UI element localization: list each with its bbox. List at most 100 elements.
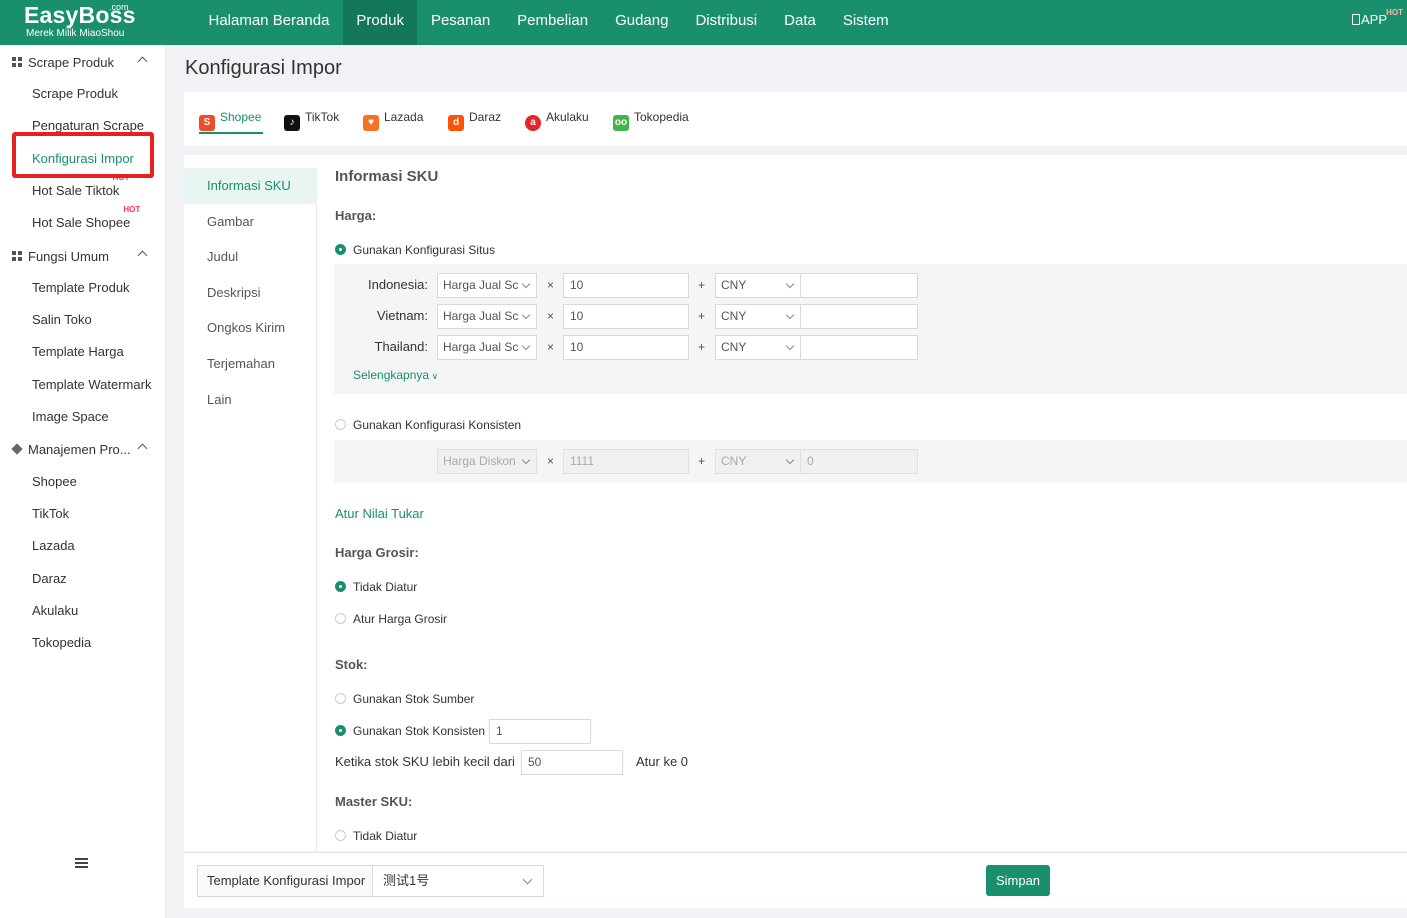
radio-stok-source[interactable]: Gunakan Stok Sumber <box>335 692 474 706</box>
daraz-icon: d <box>448 115 464 131</box>
country-label-thailand: Thailand: <box>374 339 428 354</box>
sidebar-item-template-harga[interactable]: Template Harga <box>32 344 124 359</box>
add-input-vietnam[interactable] <box>800 304 918 329</box>
country-label-indonesia: Indonesia: <box>368 277 428 292</box>
sidebar-item-template-produk[interactable]: Template Produk <box>32 280 130 295</box>
subnav-item-terjemahan[interactable]: Terjemahan <box>184 346 317 382</box>
show-more-link[interactable]: Selengkapnya ∨ <box>353 368 438 382</box>
tab-lazada[interactable]: ♥ Lazada <box>363 110 423 131</box>
subnav-item-ongkos-kirim[interactable]: Ongkos Kirim <box>184 310 317 346</box>
sidebar-item-image-space[interactable]: Image Space <box>32 409 109 424</box>
radio-consistent-config[interactable]: Gunakan Konfigurasi Konsisten <box>335 418 521 432</box>
radio-master-none[interactable]: Tidak Diatur <box>335 829 417 843</box>
tab-label: TikTok <box>305 110 340 124</box>
sidebar-group-label: Scrape Produk <box>28 55 114 70</box>
sidebar-group-scrape[interactable]: Scrape Produk <box>0 47 166 77</box>
multiplier-input-consistent[interactable]: 1111 <box>563 449 689 474</box>
multiplier-input-thailand[interactable]: 10 <box>563 335 689 360</box>
subnav-item-deskripsi[interactable]: Deskripsi <box>184 275 317 311</box>
radio-site-config[interactable]: Gunakan Konfigurasi Situs <box>335 243 495 257</box>
radio-label: Gunakan Konfigurasi Situs <box>353 243 496 257</box>
tiktok-icon: ♪ <box>284 115 300 131</box>
sidebar-item-hot-sale-tiktok[interactable]: Hot Sale Tiktok HOT <box>32 173 129 198</box>
nav-item-pembelian[interactable]: Pembelian <box>504 0 602 45</box>
sidebar-item-tiktok[interactable]: TikTok <box>32 506 69 521</box>
section-title: Informasi SKU <box>335 168 439 185</box>
select-value: CNY <box>721 454 747 468</box>
tab-akulaku[interactable]: a Akulaku <box>525 110 589 131</box>
annotation-highlight-box <box>12 132 154 178</box>
stok-consistent-input[interactable]: 1 <box>489 719 591 744</box>
sidebar-item-daraz[interactable]: Daraz <box>32 571 67 586</box>
sidebar-item-salin-toko[interactable]: Salin Toko <box>32 312 92 327</box>
template-select-label: Template Konfigurasi Impor <box>198 866 373 896</box>
radio-grosir-none[interactable]: Tidak Diatur <box>335 580 417 594</box>
currency-select-consistent[interactable]: CNY <box>715 449 801 474</box>
low-stock-input[interactable]: 50 <box>521 750 623 775</box>
sidebar-item-shopee[interactable]: Shopee <box>32 474 77 489</box>
chevron-up-icon <box>137 443 148 454</box>
nav-item-beranda[interactable]: Halaman Beranda <box>195 0 343 45</box>
tab-daraz[interactable]: d Daraz <box>448 110 501 131</box>
add-input-indonesia[interactable] <box>800 273 918 298</box>
price-type-select-consistent[interactable]: Harga Diskon <box>437 449 537 474</box>
brand-logo[interactable]: EasyBoss .com Merek Milik MiaoShou <box>24 2 154 42</box>
tab-tokopedia[interactable]: oo Tokopedia <box>613 110 689 131</box>
sidebar-item-label: Hot Sale Shopee <box>32 215 131 230</box>
nav-item-data[interactable]: Data <box>771 0 830 45</box>
chevron-down-icon <box>521 310 531 320</box>
add-input-thailand[interactable] <box>800 335 918 360</box>
price-type-select-thailand[interactable]: Harga Jual Sc <box>437 335 537 360</box>
currency-select-indonesia[interactable]: CNY <box>715 273 801 298</box>
sidebar-item-pengaturan-scrape[interactable]: Pengaturan Scrape <box>32 118 144 133</box>
chevron-down-icon <box>521 341 531 351</box>
sidebar-item-hot-sale-shopee[interactable]: Hot Sale Shopee HOT <box>32 205 140 230</box>
subnav-item-lain[interactable]: Lain <box>184 382 317 418</box>
radio-label: Gunakan Konfigurasi Konsisten <box>353 418 522 432</box>
sidebar-item-scrape-produk[interactable]: Scrape Produk <box>32 86 118 101</box>
currency-select-vietnam[interactable]: CNY <box>715 304 801 329</box>
price-type-select-indonesia[interactable]: Harga Jual Sc <box>437 273 537 298</box>
radio-stok-consistent[interactable]: Gunakan Stok Konsisten <box>335 724 485 738</box>
sidebar-group-label: Fungsi Umum <box>28 249 109 264</box>
times-sign: × <box>547 309 555 323</box>
radio-grosir-set[interactable]: Atur Harga Grosir <box>335 612 447 626</box>
save-button[interactable]: Simpan <box>986 865 1050 896</box>
menu-collapse-icon[interactable] <box>75 858 88 868</box>
radio-label: Gunakan Stok Konsisten <box>353 724 486 738</box>
nav-item-gudang[interactable]: Gudang <box>602 0 682 45</box>
nav-item-distribusi[interactable]: Distribusi <box>682 0 771 45</box>
sidebar-group-fungsi-umum[interactable]: Fungsi Umum <box>0 241 166 271</box>
subnav-item-gambar[interactable]: Gambar <box>184 204 317 240</box>
tab-shopee[interactable]: S Shopee <box>199 110 264 134</box>
add-input-consistent[interactable]: 0 <box>800 449 918 474</box>
master-sku-label: Master SKU: <box>335 794 413 809</box>
chevron-up-icon <box>137 56 148 67</box>
app-download-link[interactable]: APP HOT <box>1351 8 1403 27</box>
subnav-item-judul[interactable]: Judul <box>184 239 317 275</box>
brand-tagline: Merek Milik MiaoShou <box>26 28 125 39</box>
chevron-down-icon <box>521 455 531 465</box>
chevron-down-icon <box>785 341 795 351</box>
multiplier-input-indonesia[interactable]: 10 <box>563 273 689 298</box>
tab-tiktok[interactable]: ♪ TikTok <box>284 110 340 131</box>
sidebar-item-tokopedia[interactable]: Tokopedia <box>32 635 91 650</box>
sidebar-item-lazada[interactable]: Lazada <box>32 538 75 553</box>
sidebar-group-manajemen[interactable]: Manajemen Pro... <box>0 434 166 464</box>
nav-item-pesanan[interactable]: Pesanan <box>417 0 503 45</box>
subnav-item-informasi-sku[interactable]: Informasi SKU <box>184 168 317 204</box>
app-hot-badge: HOT <box>1386 8 1403 17</box>
nav-item-sistem[interactable]: Sistem <box>829 0 902 45</box>
template-select[interactable]: Template Konfigurasi Impor 测试1号 <box>197 865 544 897</box>
price-type-select-vietnam[interactable]: Harga Jual Sc <box>437 304 537 329</box>
tab-label: Tokopedia <box>634 110 689 124</box>
exchange-rate-link[interactable]: Atur Nilai Tukar <box>335 506 424 521</box>
sidebar-item-template-watermark[interactable]: Template Watermark <box>32 377 151 392</box>
currency-select-thailand[interactable]: CNY <box>715 335 801 360</box>
multiplier-input-vietnam[interactable]: 10 <box>563 304 689 329</box>
sku-form: Informasi SKU Harga: Gunakan Konfigurasi… <box>334 155 1407 851</box>
select-value: Harga Jual Sc <box>443 278 519 292</box>
lazada-heart-icon: ♥ <box>363 115 379 131</box>
nav-item-produk[interactable]: Produk <box>342 0 418 45</box>
sidebar-item-akulaku[interactable]: Akulaku <box>32 603 78 618</box>
